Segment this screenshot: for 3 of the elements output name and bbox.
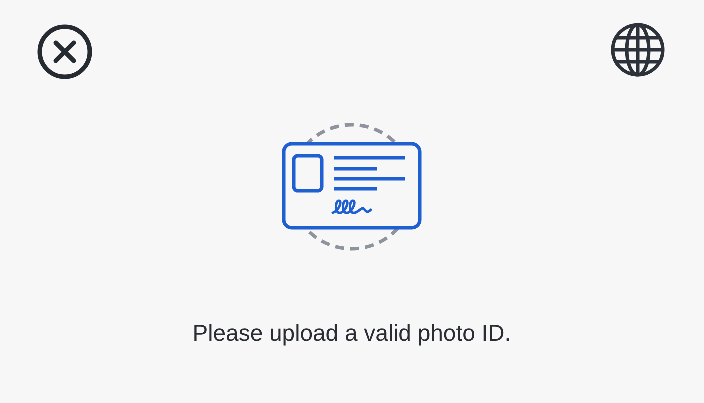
language-button[interactable] [610,22,666,78]
instruction-text: Please upload a valid photo ID. [192,320,512,347]
close-button[interactable] [37,24,93,80]
